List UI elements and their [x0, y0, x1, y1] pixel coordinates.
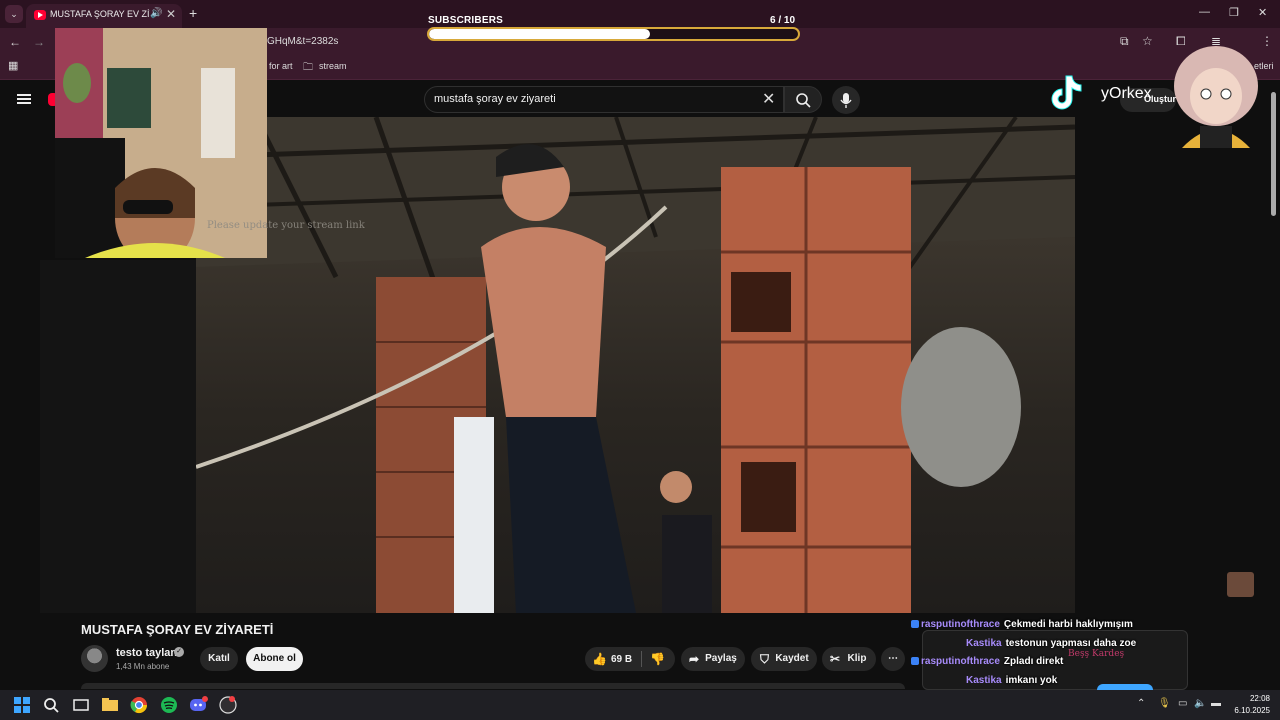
- bookmark-icon: ⛉: [760, 652, 770, 666]
- tiktok-handle: yOrkex: [1101, 85, 1152, 102]
- chrome-icon[interactable]: [129, 695, 149, 715]
- forward-icon[interactable]: →: [33, 35, 45, 49]
- subscribers-goal-label: SUBSCRIBERS: [428, 15, 503, 26]
- close-window-icon[interactable]: ✕: [1258, 6, 1267, 19]
- page-scrollbar[interactable]: [1271, 92, 1276, 216]
- windows-start-icon[interactable]: [12, 695, 32, 715]
- chat-username: rasputinofthrace: [921, 656, 1000, 667]
- scissors-icon: ✂: [830, 652, 841, 666]
- bookmark-star-icon[interactable]: ☆: [1142, 34, 1153, 48]
- network-icon[interactable]: ▭: [1178, 698, 1187, 709]
- more-actions-button[interactable]: ⋯: [881, 647, 905, 671]
- volume-icon[interactable]: 🔈: [1194, 698, 1206, 709]
- tab-search-button[interactable]: ⌄: [5, 5, 23, 23]
- guide-menu-icon[interactable]: [17, 94, 31, 104]
- cast-icon[interactable]: ⧉: [1120, 34, 1129, 49]
- channel-avatar[interactable]: [81, 645, 108, 672]
- tiktok-icon: [1051, 75, 1082, 110]
- like-button[interactable]: 👍: [592, 652, 607, 666]
- browser-tab-active[interactable]: MUSTAFA ŞORAY EV ZİYARE 🔊 ✕: [26, 4, 182, 28]
- youtube-favicon-icon: [34, 10, 46, 20]
- search-query-text: mustafa şoray ev ziyareti: [434, 93, 556, 105]
- taskbar-search-icon[interactable]: [41, 695, 61, 715]
- chat-message: rasputinofthrace Çekmedi harbi haklıymışı…: [911, 619, 1133, 630]
- chat-username: Kastika: [966, 638, 1002, 649]
- search-icon: [796, 93, 811, 108]
- bookmark-stream[interactable]: stream: [319, 61, 347, 71]
- bookmark-for-art[interactable]: for art: [269, 61, 293, 71]
- search-button[interactable]: [784, 86, 822, 113]
- video-side-shadow: [40, 260, 196, 613]
- video-title: MUSTAFA ŞORAY EV ZİYARETİ: [81, 622, 274, 637]
- task-view-icon[interactable]: [71, 695, 91, 715]
- chat-text: imkanı yok: [1005, 675, 1058, 686]
- subscribers-progress-fill: [429, 29, 651, 39]
- description-box[interactable]: [81, 683, 905, 689]
- microphone-tray-icon[interactable]: 🎙: [1158, 698, 1171, 709]
- new-tab-button[interactable]: +: [189, 5, 197, 21]
- taskbar-clock[interactable]: 22:08: [1234, 694, 1270, 703]
- clip-button[interactable]: ✂ Klip: [822, 647, 876, 671]
- file-explorer-icon[interactable]: [100, 695, 120, 715]
- chat-message: rasputinofthrace Zpladı direkt: [911, 656, 1063, 667]
- restore-icon[interactable]: ❐: [1229, 6, 1239, 19]
- like-count: 69 B: [611, 654, 633, 665]
- subscribers-progress-bar: [427, 27, 800, 41]
- folder-icon: 🗀: [303, 62, 313, 73]
- subscribe-button[interactable]: Abone ol: [246, 647, 303, 671]
- chat-message: Kastika imkanı yok: [966, 675, 1057, 686]
- minimize-icon[interactable]: —: [1199, 6, 1210, 18]
- verified-badge-icon: ✓: [174, 647, 184, 657]
- clip-label: Klip: [847, 653, 867, 664]
- save-label: Kaydet: [775, 653, 809, 664]
- mini-avatar-image: [1227, 572, 1254, 597]
- tray-overflow-icon[interactable]: ⌃: [1137, 698, 1145, 709]
- spotify-icon[interactable]: [159, 695, 179, 715]
- share-label: Paylaş: [705, 653, 737, 664]
- dislike-button[interactable]: 👎: [650, 652, 665, 666]
- like-divider: [641, 651, 642, 667]
- share-icon: ➦: [689, 652, 700, 666]
- chat-badge-icon: [911, 620, 919, 628]
- chat-username: rasputinofthrace: [921, 619, 1000, 630]
- menu-dots-icon[interactable]: ⋮: [1261, 34, 1273, 48]
- channel-name[interactable]: testo taylan: [116, 647, 177, 659]
- clear-search-icon[interactable]: ✕: [762, 89, 775, 109]
- chat-text: Zpladı direkt: [1003, 656, 1064, 667]
- chat-username: Kastika: [966, 675, 1002, 686]
- vtuber-avatar-image: [1174, 46, 1258, 148]
- address-bar-url[interactable]: GHqM&t=2382s: [267, 36, 338, 47]
- chat-text: Çekmedi harbi haklıymışım: [1003, 619, 1133, 630]
- chat-badge-icon: [911, 657, 919, 665]
- back-icon[interactable]: ←: [9, 35, 21, 49]
- apps-grid-icon[interactable]: ▦: [8, 59, 18, 72]
- voice-search-button[interactable]: [832, 86, 860, 114]
- stream-link-message: Please update your stream link: [207, 220, 365, 231]
- close-tab-icon[interactable]: ✕: [166, 7, 176, 21]
- share-button[interactable]: ➦ Paylaş: [681, 647, 745, 671]
- channel-subscriber-count: 1,43 Mn abone: [116, 662, 170, 671]
- video-scene-image: [196, 117, 1075, 613]
- join-button[interactable]: Katıl: [200, 647, 238, 671]
- discord-icon[interactable]: [188, 695, 208, 715]
- microphone-icon: [840, 93, 852, 108]
- chat-overlay-ghost-text: Beşş Kardeş: [1068, 649, 1125, 659]
- save-button[interactable]: ⛉ Kaydet: [751, 647, 817, 671]
- tab-title: MUSTAFA ŞORAY EV ZİYARE: [50, 9, 150, 19]
- taskbar-date[interactable]: 6.10.2025: [1228, 706, 1270, 715]
- battery-icon[interactable]: ▬: [1211, 698, 1221, 709]
- subscribers-goal-count: 6 / 10: [770, 15, 796, 26]
- chat-text: testonun yapması daha zoe: [1005, 638, 1137, 649]
- video-player[interactable]: [196, 117, 1075, 613]
- speaker-icon[interactable]: 🔊: [150, 8, 162, 19]
- obs-icon[interactable]: [218, 695, 238, 715]
- chat-message: Kastika testonun yapması daha zoe: [966, 638, 1136, 649]
